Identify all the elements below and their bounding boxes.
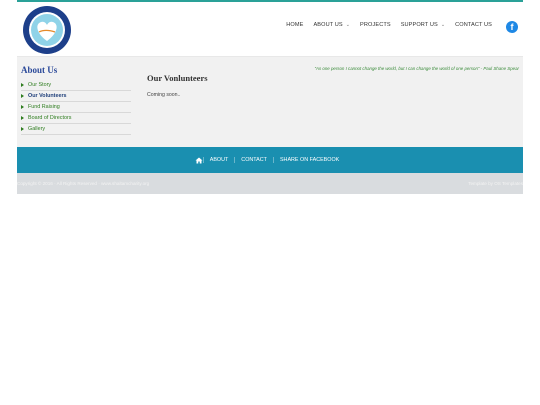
nav-contact-us-label: CONTACT US [455,22,492,28]
sidebar: About Us Our Story Our Volunteers Fund R… [21,65,131,135]
footer-link-contact[interactable]: CONTACT [234,157,273,163]
home-icon[interactable] [195,157,203,164]
nav-about-us[interactable]: ABOUT US ⌄ [308,22,355,28]
nav-support-us[interactable]: SUPPORT US ⌄ [396,22,450,28]
sidebar-title: About Us [21,65,58,75]
footer-link-about[interactable]: ABOUT [202,157,235,163]
sidebar-item-our-story[interactable]: Our Story [21,80,131,91]
sidebar-item-fund-raising[interactable]: Fund Raising [21,102,131,113]
charity-logo[interactable] [22,5,72,55]
nav-contact-us[interactable]: CONTACT US [450,22,497,28]
main-content: Our Vonlunteers Coming soon.. [147,73,517,98]
triangle-right-icon [21,127,24,131]
nav-about-us-label: ABOUT US [313,22,343,28]
sidebar-item-our-volunteers[interactable]: Our Volunteers [21,91,131,102]
copyright-bar: Copyright © 2016 · All Rights Reserved ·… [17,173,523,194]
sidebar-item-label: Fund Raising [28,104,60,110]
sidebar-item-label: Gallery [28,126,46,132]
sidebar-item-label: Board of Directors [28,115,72,121]
nav-home[interactable]: HOME [281,22,308,28]
copyright-text: Copyright © 2016 · All Rights Reserved ·… [17,181,150,186]
page-title: Our Vonlunteers [147,73,208,83]
triangle-right-icon [21,116,24,120]
footer-link-share-facebook[interactable]: SHARE ON FACEBOOK [272,157,345,163]
footer-nav: ABOUT CONTACT SHARE ON FACEBOOK [195,157,346,164]
triangle-right-icon [21,94,24,98]
template-credit[interactable]: Template by OS Templates [468,181,523,186]
nav-projects[interactable]: PROJECTS [355,22,396,28]
triangle-right-icon [21,105,24,109]
facebook-icon[interactable]: f [506,21,518,33]
nav-projects-label: PROJECTS [360,22,391,28]
facebook-glyph: f [510,22,514,32]
nav-support-us-label: SUPPORT US [400,22,438,28]
sidebar-item-label: Our Volunteers [28,93,67,99]
sidebar-item-gallery[interactable]: Gallery [21,124,131,135]
chevron-down-icon: ⌄ [440,22,446,28]
site-header: HOME ABOUT US ⌄ PROJECTS SUPPORT US ⌄ CO… [17,2,523,57]
footer-nav-bar: ABOUT CONTACT SHARE ON FACEBOOK [17,147,523,173]
content-area: About Us Our Story Our Volunteers Fund R… [17,57,523,147]
main-nav: HOME ABOUT US ⌄ PROJECTS SUPPORT US ⌄ CO… [281,22,497,28]
page-body-text: Coming soon.. [147,92,181,98]
chevron-down-icon: ⌄ [345,22,351,28]
triangle-right-icon [21,83,24,87]
sidebar-item-board-of-directors[interactable]: Board of Directors [21,113,131,124]
sidebar-item-label: Our Story [28,82,52,88]
nav-home-label: HOME [286,22,304,28]
header-quote: "As one person I cannot change the world… [314,66,520,71]
